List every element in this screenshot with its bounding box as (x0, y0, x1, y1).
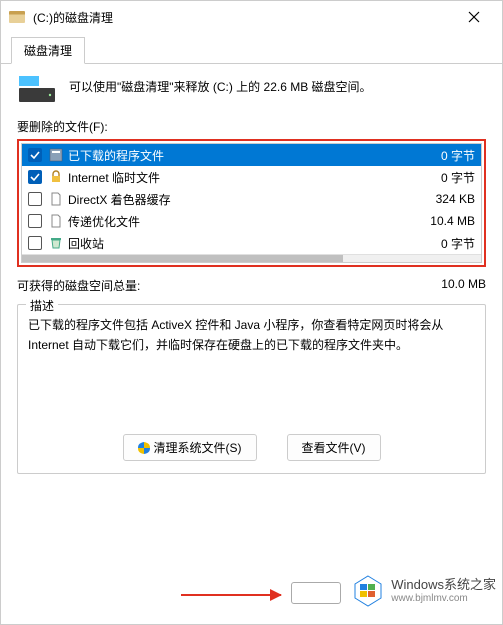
checkbox-directx-cache[interactable] (28, 192, 42, 206)
info-row: 可以使用"磁盘清理"来释放 (C:) 上的 22.6 MB 磁盘空间。 (17, 76, 486, 106)
clean-system-files-button[interactable]: 清理系统文件(S) (123, 434, 257, 461)
file-row-downloaded-programs[interactable]: 已下载的程序文件 0 字节 (22, 144, 481, 166)
file-row-internet-temp[interactable]: Internet 临时文件 0 字节 (22, 166, 481, 188)
file-size: 10.4 MB (415, 214, 475, 228)
clean-system-files-label: 清理系统文件(S) (154, 439, 242, 456)
drive-title-icon (9, 11, 25, 23)
tab-bar: 磁盘清理 (1, 33, 502, 64)
file-size: 0 字节 (415, 169, 475, 186)
file-size: 0 字节 (415, 235, 475, 252)
dialog-window: (C:)的磁盘清理 磁盘清理 可以使用"磁盘清理"来释放 (C:) 上的 22.… (0, 0, 503, 625)
view-files-button[interactable]: 查看文件(V) (287, 434, 381, 461)
watermark-text: Windows系统之家 www.bjmlmv.com (391, 578, 496, 603)
red-arrow-annotation (181, 594, 281, 596)
checkbox-downloaded-programs[interactable] (28, 148, 42, 162)
files-label: 要删除的文件(F): (17, 118, 486, 135)
content-area: 可以使用"磁盘清理"来释放 (C:) 上的 22.6 MB 磁盘空间。 要删除的… (1, 64, 502, 486)
file-row-delivery-optimization[interactable]: 传递优化文件 10.4 MB (22, 210, 481, 232)
checkbox-recycle-bin[interactable] (28, 236, 42, 250)
recycle-bin-icon (48, 235, 64, 251)
file-name: 已下载的程序文件 (68, 147, 415, 164)
description-legend: 描述 (26, 297, 58, 314)
checkbox-delivery-optimization[interactable] (28, 214, 42, 228)
total-label: 可获得的磁盘空间总量: (17, 277, 140, 294)
app-icon (48, 147, 64, 163)
ok-button-partial[interactable] (291, 582, 341, 604)
watermark-logo-icon (351, 574, 385, 608)
watermark-main: Windows系统之家 (391, 578, 496, 592)
close-button[interactable] (454, 3, 494, 31)
lock-icon (48, 169, 64, 185)
view-files-label: 查看文件(V) (302, 439, 366, 456)
description-text: 已下载的程序文件包括 ActiveX 控件和 Java 小程序，你查看特定网页时… (28, 315, 475, 356)
total-value: 10.0 MB (441, 277, 486, 294)
description-group: 描述 已下载的程序文件包括 ActiveX 控件和 Java 小程序，你查看特定… (17, 304, 486, 474)
total-row: 可获得的磁盘空间总量: 10.0 MB (17, 277, 486, 294)
file-name: DirectX 着色器缓存 (68, 191, 415, 208)
titlebar: (C:)的磁盘清理 (1, 1, 502, 33)
file-row-directx-cache[interactable]: DirectX 着色器缓存 324 KB (22, 188, 481, 210)
file-size: 324 KB (415, 192, 475, 206)
doc-icon (48, 191, 64, 207)
tab-disk-cleanup[interactable]: 磁盘清理 (11, 37, 85, 64)
check-icon (30, 172, 40, 182)
watermark: Windows系统之家 www.bjmlmv.com (351, 574, 496, 608)
file-list[interactable]: 已下载的程序文件 0 字节 Internet 临时文件 0 字节 (21, 143, 482, 263)
doc-icon (48, 213, 64, 229)
file-row-recycle-bin[interactable]: 回收站 0 字节 (22, 232, 481, 254)
check-icon (30, 150, 40, 160)
file-name: 回收站 (68, 235, 415, 252)
file-name: 传递优化文件 (68, 213, 415, 230)
description-buttons: 清理系统文件(S) 查看文件(V) (18, 434, 485, 461)
drive-icon (17, 76, 57, 106)
file-size: 0 字节 (415, 147, 475, 164)
horizontal-scrollbar[interactable] (22, 254, 481, 262)
info-text: 可以使用"磁盘清理"来释放 (C:) 上的 22.6 MB 磁盘空间。 (69, 76, 486, 97)
red-highlight-box: 已下载的程序文件 0 字节 Internet 临时文件 0 字节 (17, 139, 486, 267)
scrollbar-thumb[interactable] (22, 255, 343, 262)
watermark-sub: www.bjmlmv.com (391, 593, 496, 604)
window-title: (C:)的磁盘清理 (33, 9, 454, 26)
shield-icon (138, 442, 150, 454)
bottom-area: Windows系统之家 www.bjmlmv.com (1, 574, 502, 614)
close-icon (468, 11, 480, 23)
file-name: Internet 临时文件 (68, 169, 415, 186)
checkbox-internet-temp[interactable] (28, 170, 42, 184)
